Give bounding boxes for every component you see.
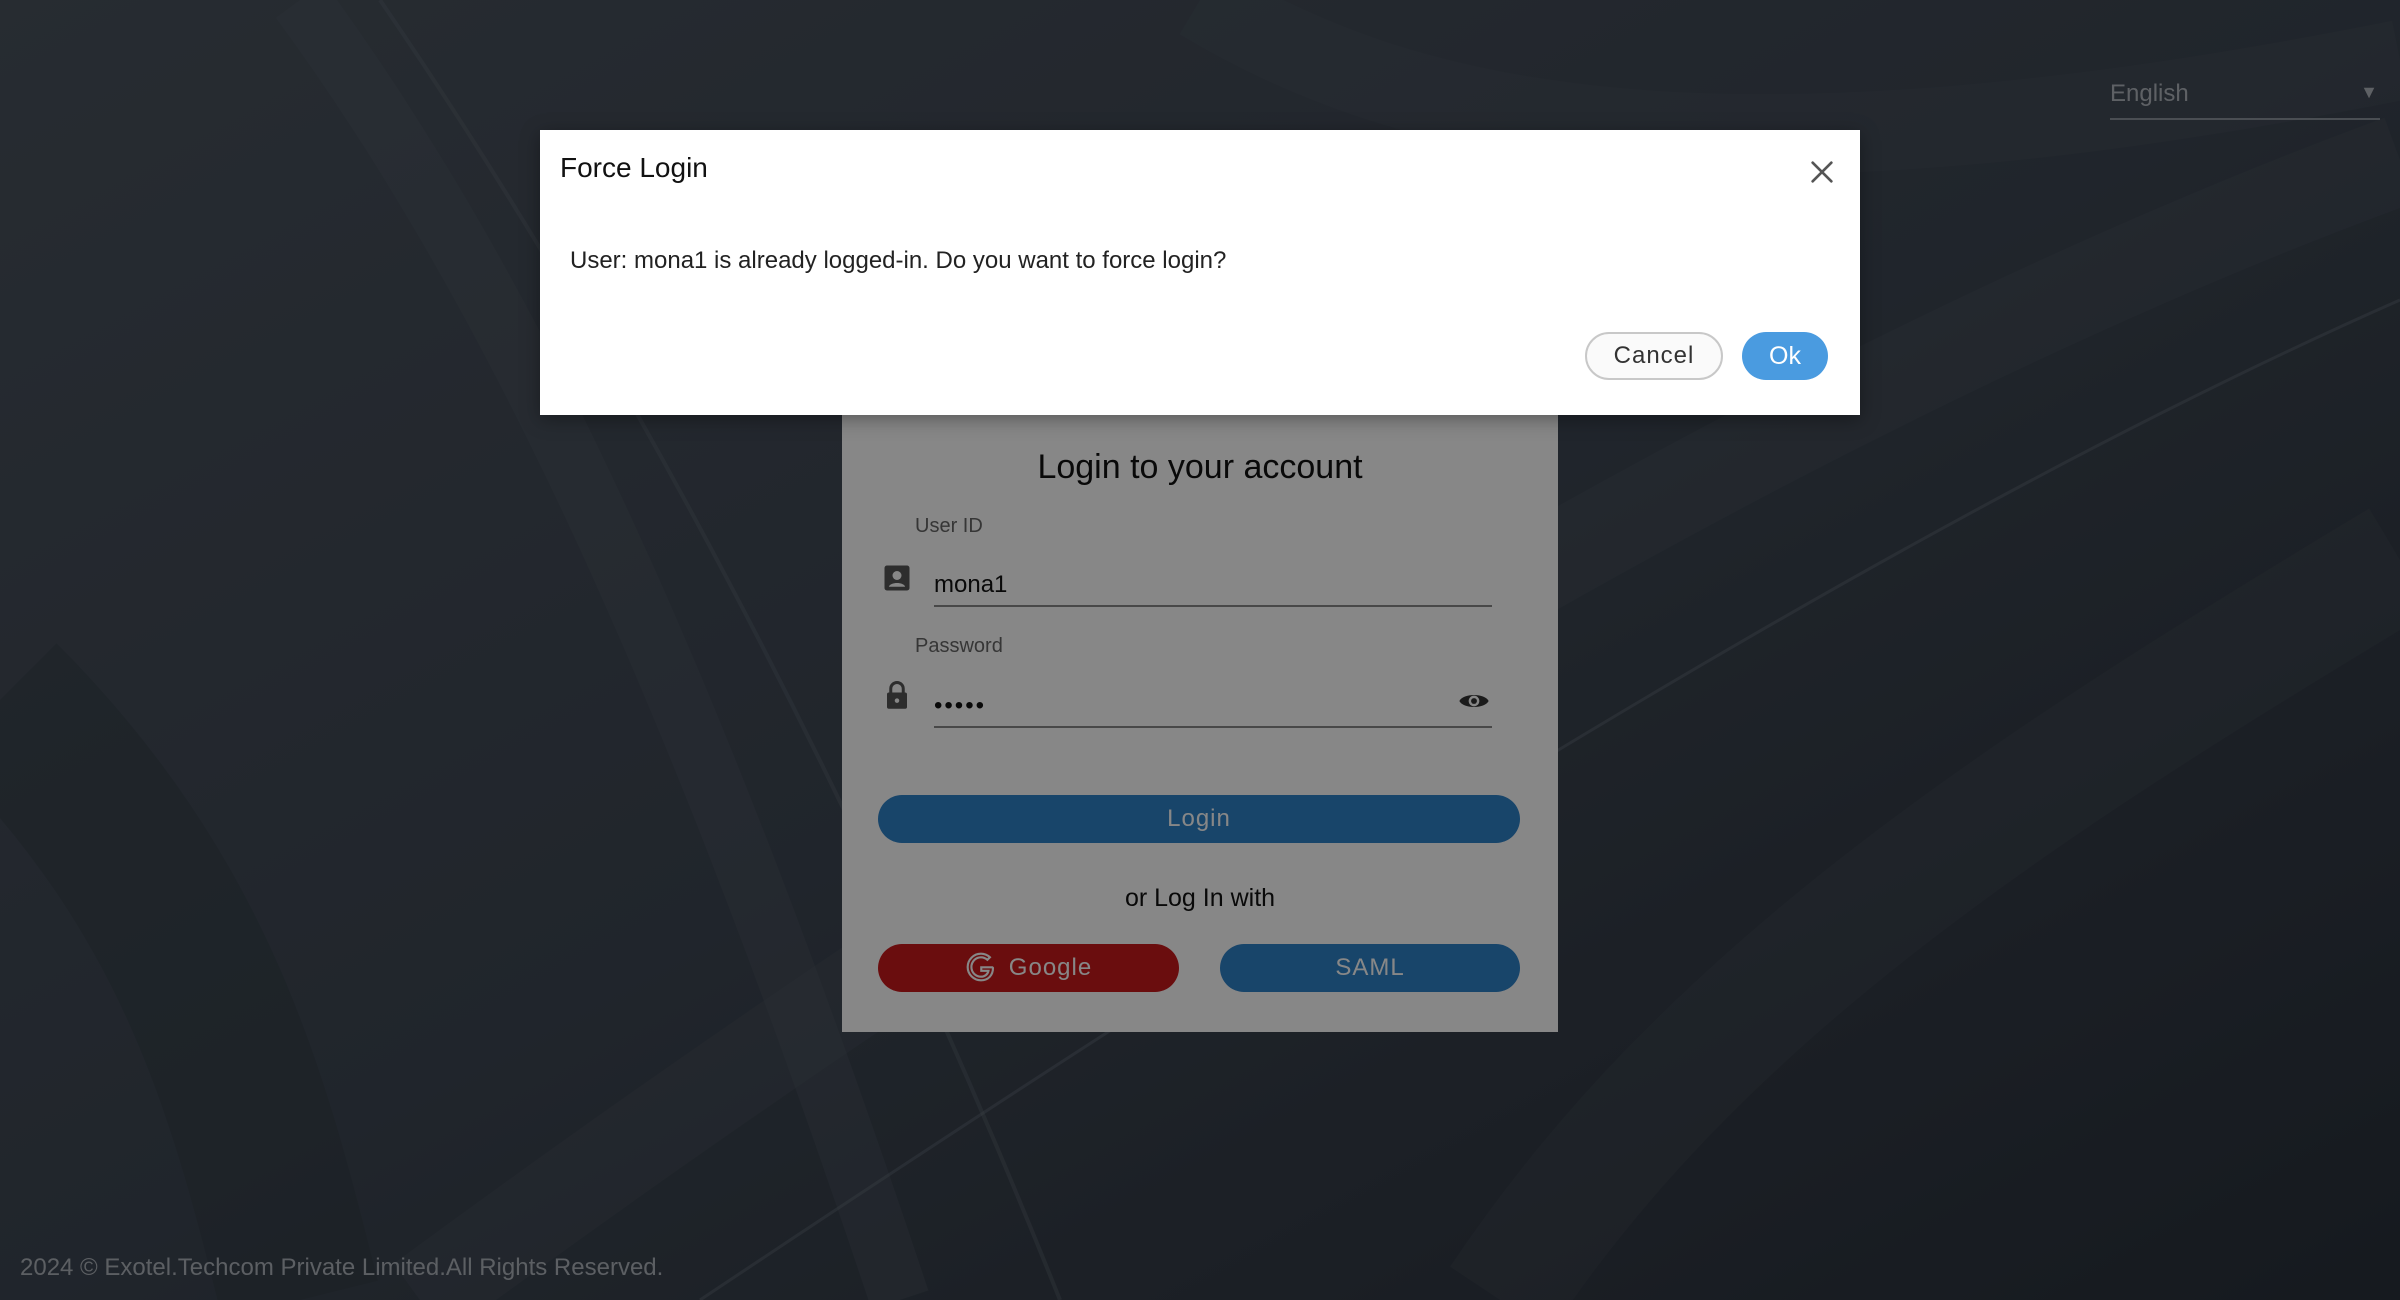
cancel-button[interactable]: Cancel xyxy=(1585,332,1723,380)
dialog-message: User: mona1 is already logged-in. Do you… xyxy=(570,247,1227,274)
force-login-dialog: Force Login User: mona1 is already logge… xyxy=(540,130,1860,415)
close-icon[interactable] xyxy=(1806,156,1838,188)
dialog-title: Force Login xyxy=(560,152,708,183)
ok-button[interactable]: Ok xyxy=(1742,332,1828,380)
